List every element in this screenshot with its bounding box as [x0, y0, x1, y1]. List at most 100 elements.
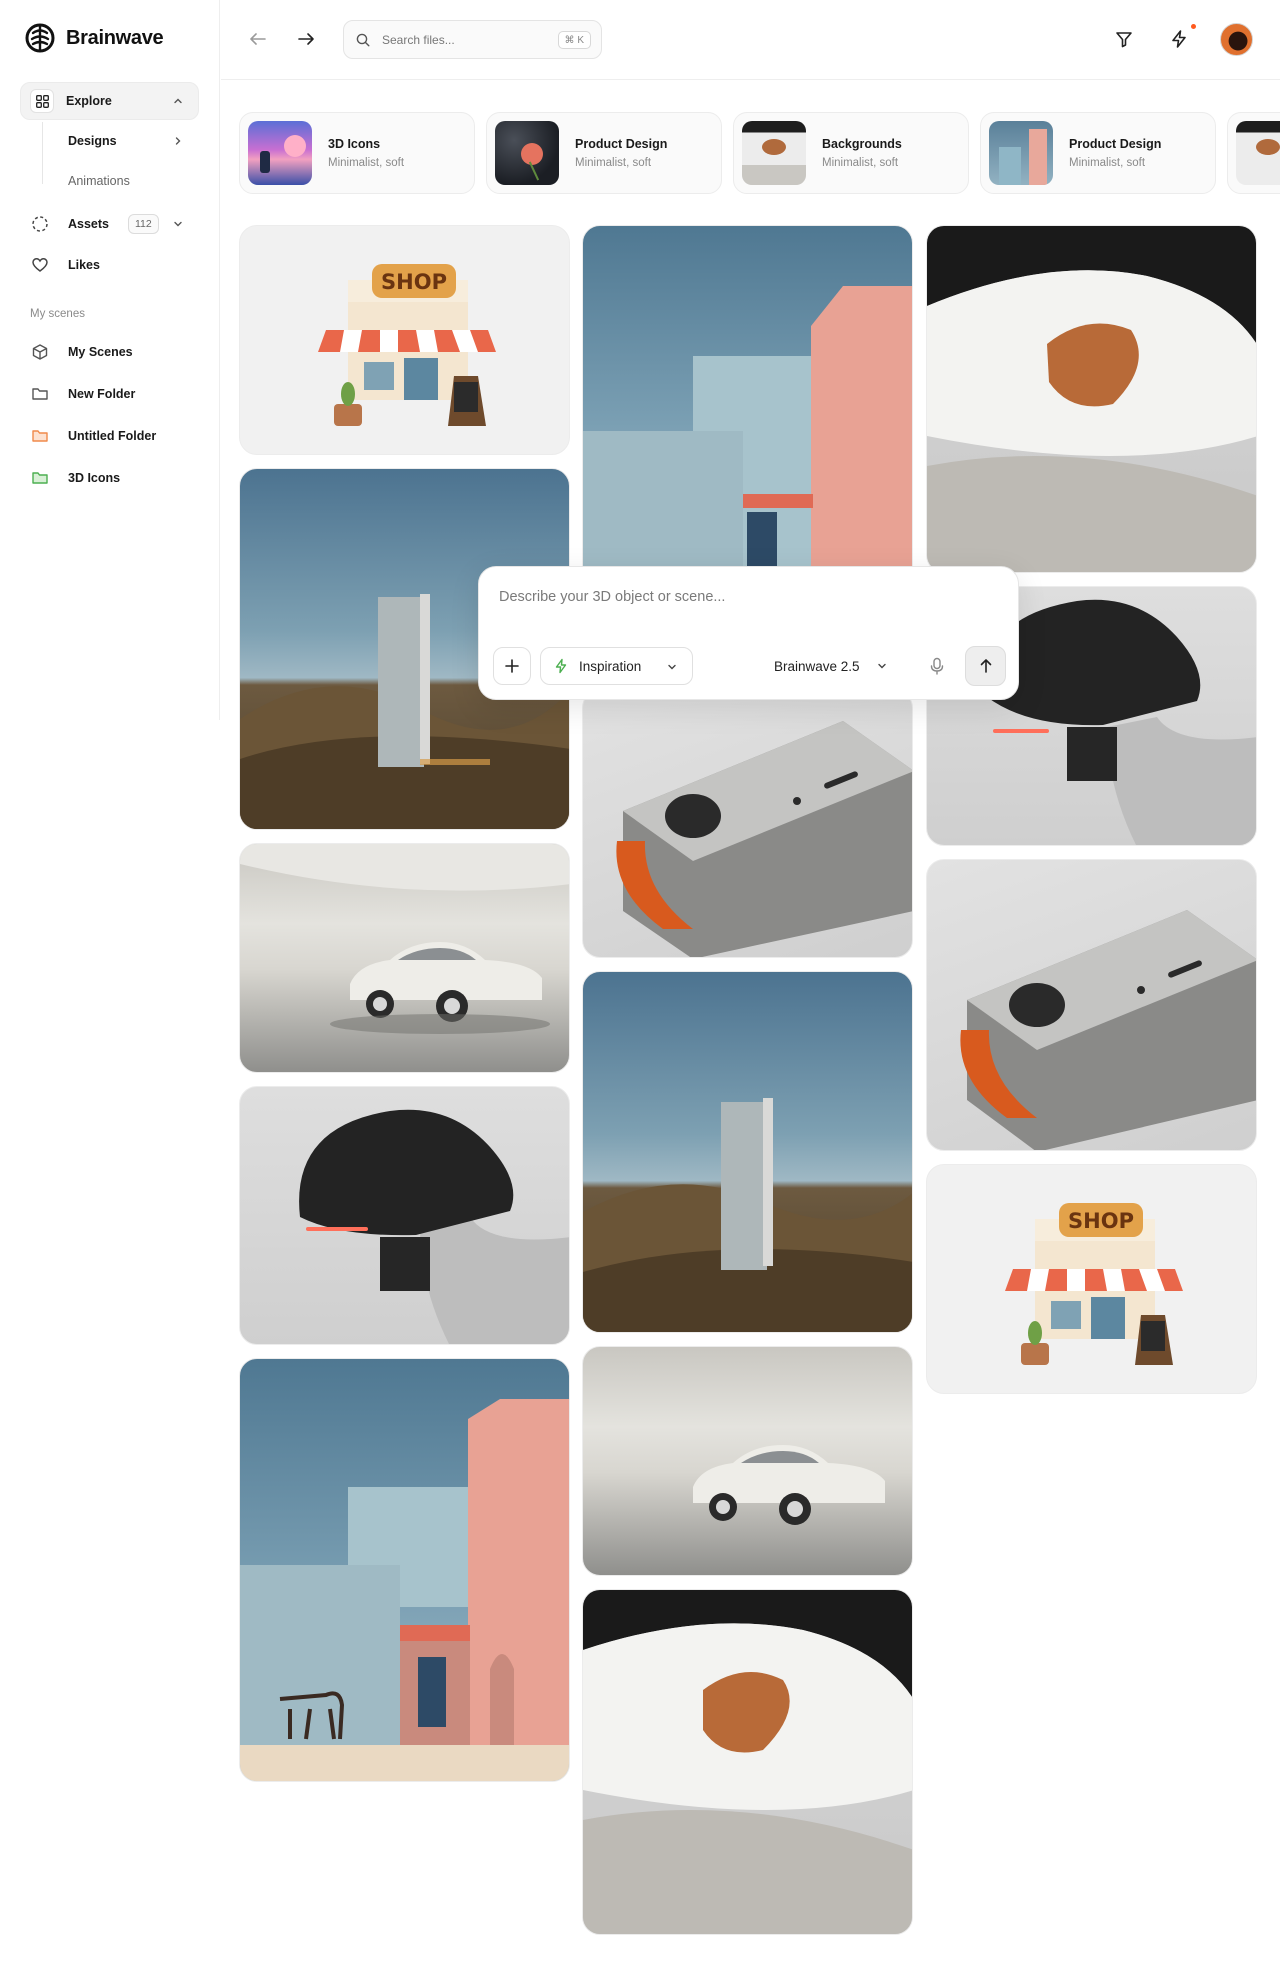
user-avatar[interactable]	[1220, 23, 1253, 56]
device-scene	[616, 721, 912, 957]
nav-sub-designs[interactable]: Designs	[68, 134, 117, 148]
gallery-card-helmet[interactable]	[239, 1086, 570, 1345]
category-chip-3d-icons[interactable]: 3D Icons Minimalist, soft	[239, 112, 475, 194]
plus-icon	[505, 659, 519, 673]
gallery-card-car[interactable]	[239, 843, 570, 1073]
nav-explore[interactable]: Explore	[20, 82, 199, 120]
category-chip-partial[interactable]	[1227, 112, 1280, 194]
gallery-card-fabric-2[interactable]	[926, 225, 1257, 573]
svg-text:SHOP: SHOP	[1068, 1209, 1134, 1233]
car-scene	[693, 1445, 885, 1525]
shop-icon: SHOP	[318, 264, 496, 426]
gallery-card-shop-2[interactable]: SHOP	[926, 1164, 1257, 1394]
tree-line	[42, 122, 43, 184]
brainwave-logo-icon	[25, 23, 55, 53]
scene-item-3d-icons[interactable]: 3D Icons	[30, 468, 120, 488]
scene-item-label: New Folder	[68, 387, 136, 401]
chip-subtitle: Minimalist, soft	[822, 157, 899, 169]
sidebar: Brainwave Explore Designs Animations Ass…	[0, 0, 220, 720]
filter-icon[interactable]	[1113, 28, 1135, 50]
architecture-scene	[583, 286, 912, 584]
architecture-scene	[240, 1399, 569, 1781]
folder-orange-icon	[30, 426, 50, 446]
cube-icon	[30, 342, 50, 362]
shop-icon: SHOP	[1005, 1203, 1183, 1365]
chip-subtitle: Minimalist, soft	[575, 157, 652, 169]
nav-assets[interactable]: Assets	[30, 214, 109, 234]
gallery-card-device-2[interactable]	[926, 859, 1257, 1151]
gallery-card-fabric[interactable]	[582, 1589, 913, 1935]
chip-thumbnail	[495, 121, 559, 185]
search-placeholder: Search files...	[382, 32, 455, 47]
monolith-scene	[583, 1098, 912, 1332]
app-name: Brainwave	[66, 26, 164, 49]
chip-title: Product Design	[575, 137, 668, 151]
helmet-scene	[299, 1109, 569, 1344]
chevron-down-icon[interactable]	[171, 217, 185, 231]
search-shortcut: ⌘ K	[557, 31, 591, 49]
gallery-card-shop[interactable]: SHOP	[239, 225, 570, 455]
scene-item-label: Untitled Folder	[68, 429, 157, 443]
chip-thumbnail	[1236, 121, 1280, 185]
scene-item-label: My Scenes	[68, 345, 133, 359]
prompt-composer: Inspiration Brainwave 2.5	[478, 566, 1019, 700]
chevron-down-icon	[668, 664, 676, 670]
heart-icon	[30, 255, 50, 275]
model-label: Brainwave 2.5	[774, 658, 860, 674]
nav-likes[interactable]: Likes	[30, 255, 100, 275]
section-label-my-scenes: My scenes	[30, 308, 85, 320]
lightning-icon[interactable]	[1168, 28, 1190, 50]
fabric-scene	[927, 226, 1256, 572]
device-scene	[960, 910, 1256, 1150]
folder-icon	[30, 384, 50, 404]
add-button[interactable]	[493, 647, 531, 685]
car-scene	[240, 844, 569, 1034]
inspiration-label: Inspiration	[579, 658, 642, 674]
notification-dot	[1191, 24, 1196, 29]
chip-subtitle: Minimalist, soft	[1069, 157, 1146, 169]
assets-count-badge: 112	[128, 214, 159, 234]
category-chip-product-design[interactable]: Product Design Minimalist, soft	[486, 112, 722, 194]
grid-icon	[30, 89, 54, 113]
gallery-card-architecture[interactable]	[239, 1358, 570, 1782]
app-logo[interactable]: Brainwave	[24, 22, 164, 54]
send-button[interactable]	[965, 646, 1006, 686]
forward-arrow-icon[interactable]	[295, 28, 317, 50]
fabric-scene	[583, 1590, 912, 1934]
folder-green-icon	[30, 468, 50, 488]
gallery-card-device[interactable]	[582, 690, 913, 958]
dotted-circle-icon	[30, 214, 50, 234]
chip-thumbnail	[248, 121, 312, 185]
lightning-icon	[555, 658, 567, 674]
nav-explore-label: Explore	[66, 94, 112, 108]
chip-thumbnail	[989, 121, 1053, 185]
gallery-card-monolith-2[interactable]	[582, 971, 913, 1333]
search-bar[interactable]: Search files... ⌘ K	[343, 20, 602, 59]
chip-thumbnail	[742, 121, 806, 185]
category-chips: 3D Icons Minimalist, soft Product Design…	[239, 112, 1280, 194]
chevron-right-icon	[175, 137, 181, 145]
nav-likes-label: Likes	[68, 258, 100, 272]
scene-item-untitled-folder[interactable]: Untitled Folder	[30, 426, 156, 446]
scene-item-my-scenes[interactable]: My Scenes	[30, 342, 133, 362]
scene-item-label: 3D Icons	[68, 471, 121, 485]
svg-text:SHOP: SHOP	[381, 270, 447, 294]
nav-sub-animations[interactable]: Animations	[68, 174, 130, 188]
chevron-down-icon	[877, 663, 886, 669]
nav-assets-label: Assets	[68, 217, 109, 231]
gallery-card-car-2[interactable]	[582, 1346, 913, 1576]
model-selector[interactable]: Brainwave 2.5	[774, 647, 888, 685]
category-chip-backgrounds[interactable]: Backgrounds Minimalist, soft	[733, 112, 969, 194]
gallery-card-architecture-2[interactable]	[582, 225, 913, 585]
prompt-input[interactable]	[499, 589, 999, 605]
inspiration-dropdown[interactable]: Inspiration	[540, 647, 693, 685]
chip-title: 3D Icons	[328, 137, 381, 151]
chip-title: Product Design	[1069, 137, 1162, 151]
microphone-icon[interactable]	[927, 656, 947, 676]
chevron-up-icon	[174, 98, 182, 104]
category-chip-product-design-2[interactable]: Product Design Minimalist, soft	[980, 112, 1216, 194]
back-arrow-icon[interactable]	[247, 28, 269, 50]
scene-item-new-folder[interactable]: New Folder	[30, 384, 135, 404]
chip-title: Backgrounds	[822, 137, 902, 151]
search-icon	[356, 33, 370, 46]
